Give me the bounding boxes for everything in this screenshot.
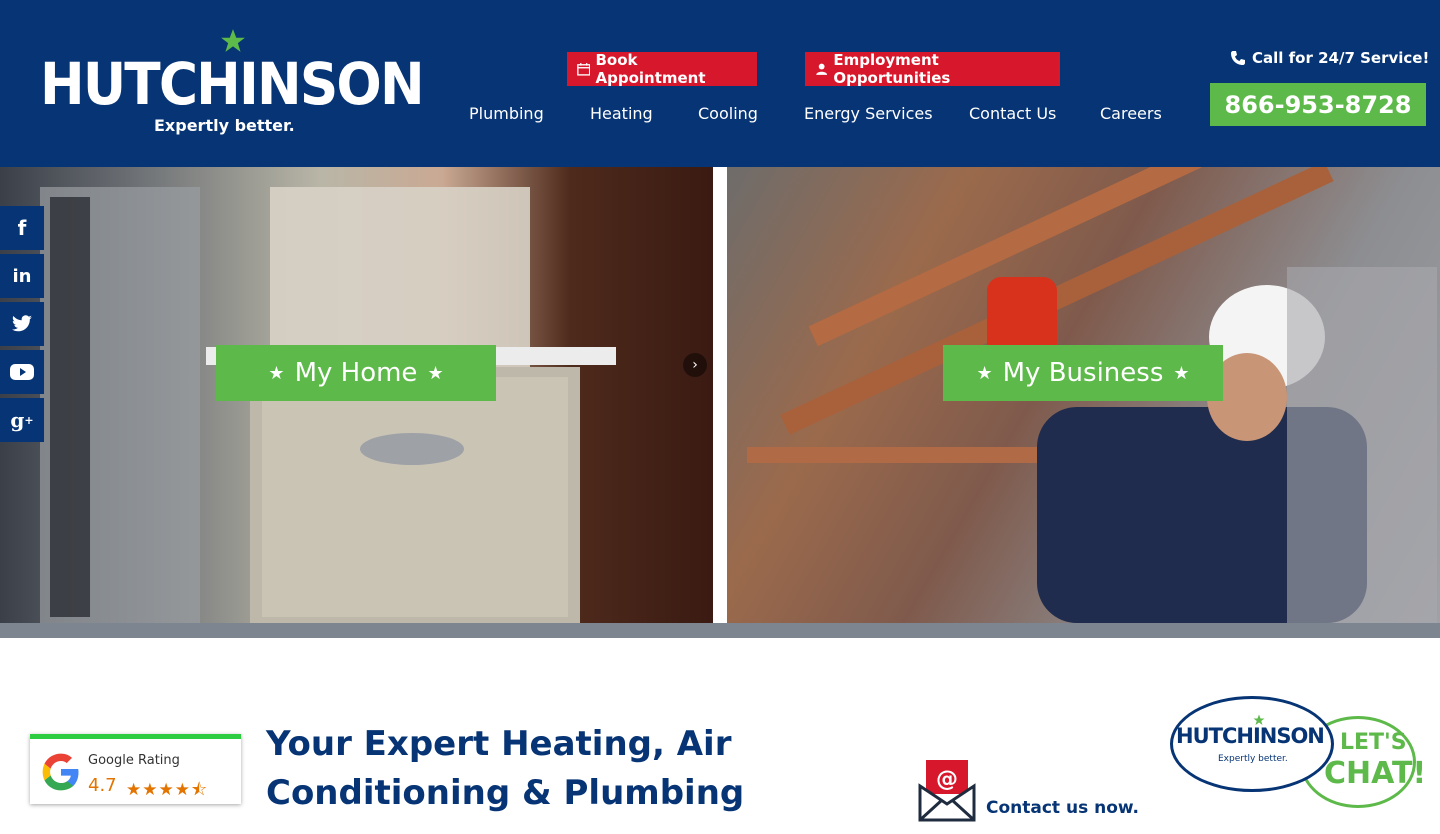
nav-contact-us[interactable]: Contact Us	[969, 104, 1056, 123]
nav-heating[interactable]: Heating	[590, 104, 653, 123]
nav-careers[interactable]: Careers	[1100, 104, 1162, 123]
my-business-label: My Business	[1002, 358, 1164, 388]
google-plus-icon[interactable]: g +	[0, 398, 44, 442]
email-envelope-icon: @	[918, 760, 976, 822]
service-call-label: Call for 24/7 Service!	[1252, 49, 1430, 67]
service-call-text: Call for 24/7 Service!	[1230, 49, 1429, 67]
rating-score: 4.7	[88, 775, 117, 796]
employment-opportunities-button[interactable]: Employment Opportunities	[805, 51, 1060, 87]
phone-icon	[1231, 51, 1245, 65]
contact-now-link[interactable]: @ Contact us now.	[918, 760, 1139, 822]
book-appointment-button[interactable]: Book Appointment	[567, 51, 757, 87]
google-g-icon	[42, 753, 79, 791]
star-icon: ★	[976, 362, 993, 384]
book-appointment-label: Book Appointment	[595, 51, 706, 87]
star-icon: ★	[427, 362, 444, 384]
facebook-icon[interactable]: f	[0, 206, 44, 250]
my-home-button[interactable]: ★ My Home ★	[216, 345, 496, 401]
my-business-button[interactable]: ★ My Business ★	[943, 345, 1223, 401]
chat-lets-text: LET'S	[1340, 730, 1407, 755]
chat-tagline: Expertly better.	[1218, 754, 1288, 764]
logo-wordmark: HUTCHINSON	[40, 50, 425, 118]
phone-number-button[interactable]: 866-953-8728	[1210, 83, 1426, 126]
linkedin-icon[interactable]: in	[0, 254, 44, 298]
site-header: HUTCHINSON Expertly better. Book Appoint…	[0, 0, 1440, 167]
nav-energy-services[interactable]: Energy Services	[804, 104, 933, 123]
social-sidebar: f in g +	[0, 206, 44, 446]
calendar-icon	[577, 63, 591, 76]
nav-plumbing[interactable]: Plumbing	[469, 104, 544, 123]
contact-now-label: Contact us now.	[986, 798, 1139, 818]
chat-chat-text: CHAT!	[1324, 756, 1427, 791]
hero-divider	[713, 167, 727, 623]
twitter-icon[interactable]	[0, 302, 44, 346]
my-home-label: My Home	[294, 358, 418, 388]
star-icon: ★	[268, 362, 285, 384]
google-rating-widget[interactable]: Google Rating 4.7 ★★★★⯪	[30, 734, 241, 804]
rating-label: Google Rating	[88, 753, 180, 768]
page-headline: Your Expert Heating, Air Conditioning & …	[266, 724, 745, 813]
hutchinson-logo[interactable]: HUTCHINSON Expertly better.	[40, 28, 425, 140]
slider-next-arrow-icon[interactable]: ›	[683, 353, 707, 377]
lets-chat-widget[interactable]: HUTCHINSON Expertly better. LET'S CHAT!	[1168, 694, 1427, 824]
hero-bottom-strip	[0, 623, 1440, 638]
youtube-icon[interactable]	[0, 350, 44, 394]
user-icon	[816, 63, 828, 75]
hero-section: ★ My Home ★ › ★ My Business ★	[0, 167, 1440, 623]
nav-cooling[interactable]: Cooling	[698, 104, 758, 123]
chat-brand-text: HUTCHINSON	[1176, 724, 1325, 748]
svg-text:@: @	[936, 767, 958, 792]
star-icon: ★	[1173, 362, 1190, 384]
logo-tagline: Expertly better.	[154, 116, 295, 135]
rating-stars-icon: ★★★★⯪	[126, 780, 209, 800]
employment-opportunities-label: Employment Opportunities	[833, 51, 951, 87]
